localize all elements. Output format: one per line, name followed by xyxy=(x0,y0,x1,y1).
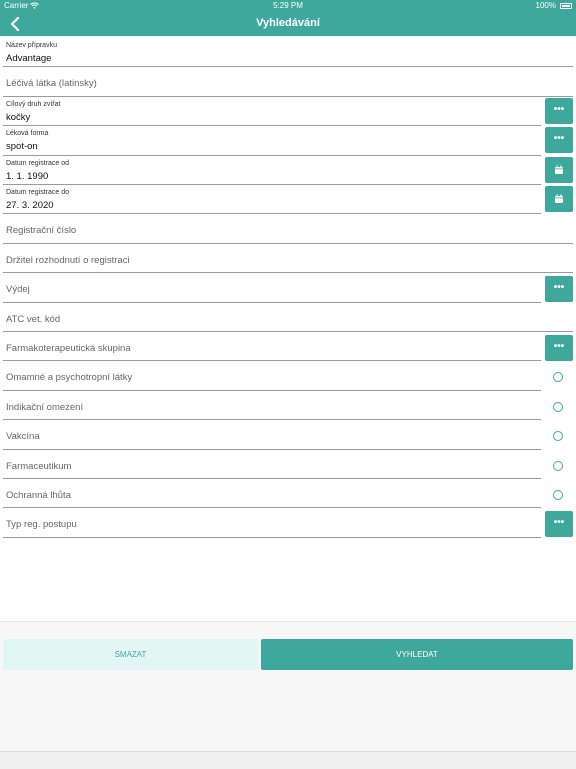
datumdo-label: Datum registrace do xyxy=(6,189,70,196)
search-button[interactable]: VYHLEDAT xyxy=(261,639,573,670)
row-drzitel: Držitel rozhodnutí o registraci xyxy=(0,244,576,274)
farmaceutikum-field: Farmaceutikum xyxy=(3,450,541,479)
forma-value: spot-on xyxy=(6,141,38,153)
cilovy-value: kočky xyxy=(6,111,31,123)
regcislo-placeholder: Registrační číslo xyxy=(6,225,77,237)
farmako-placeholder: Farmakoterapeutická skupina xyxy=(6,343,131,354)
battery-percent: 100% xyxy=(535,1,556,10)
row-ochranna: Ochranná lhůta xyxy=(0,479,576,509)
farmaceutikum-label: Farmaceutikum xyxy=(6,460,72,472)
lecivalatka-field[interactable]: Léčivá látka (latinsky) xyxy=(3,67,573,97)
row-cilovy: Cílový druh zvířat kočky ••• xyxy=(0,97,576,127)
row-indikacni: Indikační omezení xyxy=(0,391,576,421)
row-lecivalatka: Léčivá látka (latinsky) xyxy=(0,67,576,97)
datumdo-calendar-button[interactable] xyxy=(545,186,573,212)
vakcina-label: Vakcína xyxy=(6,431,40,443)
datumod-label: Datum registrace od xyxy=(6,159,70,167)
atc-field[interactable]: ATC vet. kód xyxy=(3,303,573,332)
row-forma: Léková forma spot-on ••• xyxy=(0,126,576,156)
calendar-icon xyxy=(555,194,563,203)
status-time: 5:29 PM xyxy=(273,1,303,10)
clear-button[interactable]: SMAZAT xyxy=(3,639,258,670)
nav-bar: Vyhledávání xyxy=(0,12,576,36)
datumod-field[interactable]: Datum registrace od 1. 1. 1990 xyxy=(3,156,541,185)
typreg-field[interactable]: Typ reg. postupu xyxy=(3,508,541,538)
farmako-field[interactable]: Farmakoterapeutická skupina xyxy=(3,332,541,362)
more-icon: ••• xyxy=(553,103,565,115)
datumdo-value: 27. 3. 2020 xyxy=(6,200,54,211)
omamne-radio[interactable] xyxy=(553,372,563,383)
farmaceutikum-radio[interactable] xyxy=(553,460,563,471)
regcislo-field[interactable]: Registrační číslo xyxy=(3,214,573,244)
calendar-icon xyxy=(555,165,563,174)
row-omamne: Omamné a psychotropní látky xyxy=(0,361,576,391)
row-nazev: Název přípravku Advantage xyxy=(0,38,576,68)
search-form: Název přípravku Advantage Léčivá látka (… xyxy=(0,36,576,622)
row-vydej: Výdej ••• xyxy=(0,273,576,303)
more-icon: ••• xyxy=(553,341,565,352)
typreg-picker-button[interactable]: ••• xyxy=(545,511,573,538)
bottom-bar xyxy=(0,751,576,769)
forma-label: Léková forma xyxy=(6,130,49,138)
ochranna-field: Ochranná lhůta xyxy=(3,479,541,509)
more-icon: ••• xyxy=(553,282,565,294)
row-farmako: Farmakoterapeutická skupina ••• xyxy=(0,332,576,362)
nazev-value: Advantage xyxy=(6,53,52,64)
forma-field[interactable]: Léková forma spot-on xyxy=(3,126,541,156)
atc-placeholder: ATC vet. kód xyxy=(6,313,61,325)
indikacni-label: Indikační omezení xyxy=(6,401,84,413)
cilovy-picker-button[interactable]: ••• xyxy=(545,97,573,124)
datumod-value: 1. 1. 1990 xyxy=(6,170,49,182)
cilovy-field[interactable]: Cílový druh zvířat kočky xyxy=(3,97,541,127)
drzitel-field[interactable]: Držitel rozhodnutí o registraci xyxy=(3,244,573,274)
nazev-label: Název přípravku xyxy=(6,42,57,49)
ochranna-radio[interactable] xyxy=(553,490,563,500)
row-farmaceutikum: Farmaceutikum xyxy=(0,450,576,479)
row-vakcina: Vakcína xyxy=(0,420,576,450)
vydej-placeholder: Výdej xyxy=(6,284,30,296)
datumod-calendar-button[interactable] xyxy=(545,156,573,183)
nazev-field[interactable]: Název přípravku Advantage xyxy=(3,38,573,68)
omamne-field: Omamné a psychotropní látky xyxy=(3,361,541,391)
lecivalatka-placeholder: Léčivá látka (latinsky) xyxy=(6,78,97,90)
datumdo-field[interactable]: Datum registrace do 27. 3. 2020 xyxy=(3,185,541,215)
ochranna-label: Ochranná lhůta xyxy=(6,490,71,501)
typreg-placeholder: Typ reg. postupu xyxy=(6,519,77,531)
row-atc: ATC vet. kód xyxy=(0,303,576,332)
row-datumod: Datum registrace od 1. 1. 1990 xyxy=(0,156,576,185)
vydej-picker-button[interactable]: ••• xyxy=(545,276,573,303)
drzitel-placeholder: Držitel rozhodnutí o registraci xyxy=(6,254,130,266)
vydej-field[interactable]: Výdej xyxy=(3,273,541,303)
farmako-picker-button[interactable]: ••• xyxy=(545,335,573,361)
vakcina-field: Vakcína xyxy=(3,420,541,450)
battery-icon xyxy=(560,3,572,9)
row-regcislo: Registrační číslo xyxy=(0,214,576,244)
indikacni-radio[interactable] xyxy=(553,401,563,412)
page-title: Vyhledávání xyxy=(256,17,320,29)
row-typreg: Typ reg. postupu ••• xyxy=(0,508,576,538)
indikacni-field: Indikační omezení xyxy=(3,391,541,421)
vakcina-radio[interactable] xyxy=(553,431,563,442)
row-datumdo: Datum registrace do 27. 3. 2020 xyxy=(0,185,576,215)
forma-picker-button[interactable]: ••• xyxy=(545,127,573,154)
more-icon: ••• xyxy=(553,517,565,529)
status-bar: Carrier 5:29 PM 100% xyxy=(0,0,576,12)
cilovy-label: Cílový druh zvířat xyxy=(6,100,61,108)
omamne-label: Omamné a psychotropní látky xyxy=(6,372,133,384)
more-icon: ••• xyxy=(553,133,565,145)
